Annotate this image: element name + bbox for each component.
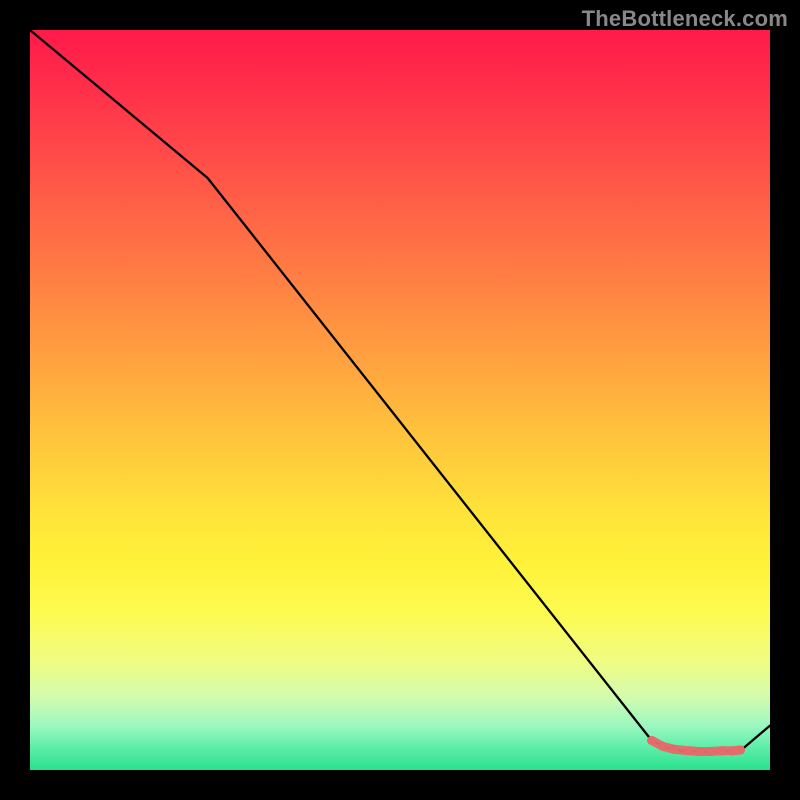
chart-frame: TheBottleneck.com — [0, 0, 800, 800]
marker-dot — [669, 745, 678, 754]
line-layer — [30, 30, 770, 770]
marker-dots — [647, 736, 745, 756]
marker-dot — [647, 736, 656, 745]
marker-dot — [684, 746, 693, 755]
main-curve — [30, 30, 770, 752]
watermark-text: TheBottleneck.com — [582, 6, 788, 32]
marker-dot — [706, 747, 715, 756]
marker-dot — [717, 746, 726, 755]
marker-dot — [695, 747, 704, 756]
marker-dot — [658, 742, 667, 751]
marker-dot — [736, 746, 745, 755]
plot-area — [30, 30, 770, 770]
